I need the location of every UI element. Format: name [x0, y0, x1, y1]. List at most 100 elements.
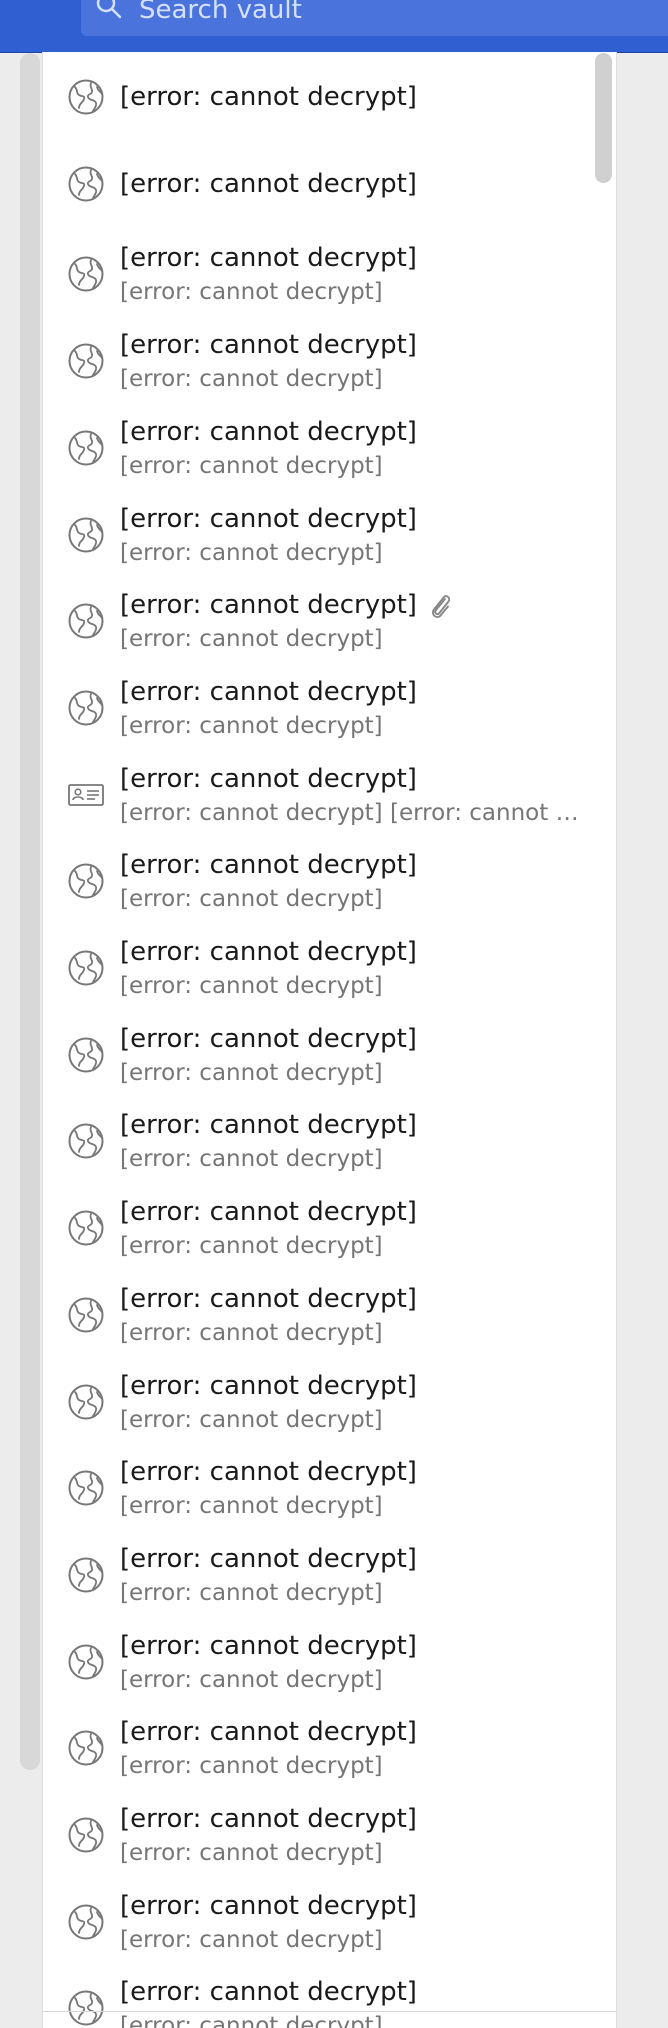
item-name: [error: cannot decrypt] [120, 677, 417, 707]
vault-list-item[interactable]: [error: cannot decrypt] [43, 58, 596, 144]
globe-icon [67, 1036, 105, 1074]
vault-list-item[interactable]: [error: cannot decrypt] [error: cannot de… [43, 1012, 596, 1098]
vault-list-item[interactable]: [error: cannot decrypt] [error: cannot de… [43, 1965, 596, 2028]
item-name: [error: cannot decrypt] [120, 850, 417, 880]
item-subtitle: [error: cannot decrypt] [120, 453, 383, 479]
search-input[interactable]: Search vault [139, 0, 302, 30]
vault-list-item[interactable]: [error: cannot decrypt] [error: cannot de… [43, 1792, 596, 1878]
item-subtitle: [error: cannot decrypt] [120, 366, 383, 392]
vault-list-item[interactable]: [error: cannot decrypt] [error: cannot de… [43, 665, 596, 751]
globe-icon [67, 1469, 105, 1507]
item-name: [error: cannot decrypt] [120, 1804, 417, 1834]
vault-list-item[interactable]: [error: cannot decrypt] [error: cannot de… [43, 492, 596, 578]
item-title-row: [error: cannot decrypt] [120, 675, 417, 709]
attachment-icon [427, 590, 453, 620]
list-scrollbar-thumb[interactable] [595, 53, 612, 183]
vault-list-item[interactable]: [error: cannot decrypt] [error: cannot de… [43, 838, 596, 924]
item-name: [error: cannot decrypt] [120, 330, 417, 360]
globe-icon [67, 1816, 105, 1854]
item-subtitle: [error: cannot decrypt] [120, 1840, 383, 1866]
item-title-row: [error: cannot decrypt] [120, 762, 417, 796]
item-subtitle: [error: cannot decrypt] [120, 1493, 383, 1519]
vault-list-item[interactable]: [error: cannot decrypt] [error: cannot de… [43, 1185, 596, 1271]
globe-icon [67, 1296, 105, 1334]
globe-icon [67, 342, 105, 380]
item-subtitle: [error: cannot decrypt] [120, 1927, 383, 1953]
item-title-row: [error: cannot decrypt] [120, 1542, 417, 1576]
vault-list-item[interactable]: [error: cannot decrypt] [error: cannot de… [43, 1705, 596, 1791]
item-subtitle: [error: cannot decrypt] [120, 1580, 383, 1606]
vault-list-item[interactable]: [error: cannot decrypt] [error: cannot de… [43, 231, 596, 317]
globe-icon [67, 78, 105, 116]
item-name: [error: cannot decrypt] [120, 1110, 417, 1140]
vault-list-item[interactable]: [error: cannot decrypt] [error: cannot de… [43, 752, 596, 838]
vault-list-item[interactable]: [error: cannot decrypt] [error: cannot de… [43, 318, 596, 404]
item-name: [error: cannot decrypt] [120, 1197, 417, 1227]
item-name: [error: cannot decrypt] [120, 1631, 417, 1661]
vault-list-item[interactable]: [error: cannot decrypt] [error: cannot de… [43, 1098, 596, 1184]
item-subtitle: [error: cannot decrypt] [120, 1320, 383, 1346]
item-title-row: [error: cannot decrypt] [120, 1195, 417, 1229]
item-subtitle: [error: cannot decrypt] [120, 713, 383, 739]
item-name: [error: cannot decrypt] [120, 1371, 417, 1401]
item-title-row: [error: cannot decrypt] [120, 1975, 417, 2009]
globe-icon [67, 1643, 105, 1681]
vault-list-item[interactable]: [error: cannot decrypt] [43, 145, 596, 231]
item-title-row: [error: cannot decrypt] [120, 1455, 417, 1489]
item-name: [error: cannot decrypt] [120, 82, 417, 112]
item-title-row: [error: cannot decrypt] [120, 415, 417, 449]
item-title-row: [error: cannot decrypt] [120, 167, 417, 201]
item-name: [error: cannot decrypt] [120, 937, 417, 967]
item-name: [error: cannot decrypt] [120, 169, 417, 199]
item-title-row: [error: cannot decrypt] [120, 241, 417, 275]
item-subtitle: [error: cannot decrypt] [120, 886, 383, 912]
item-title-row: [error: cannot decrypt] [120, 1889, 417, 1923]
globe-icon [67, 516, 105, 554]
globe-icon [67, 1729, 105, 1767]
top-bar: Search vault [0, 0, 668, 53]
item-name: [error: cannot decrypt] [120, 1891, 417, 1921]
item-title-row: [error: cannot decrypt] [120, 502, 417, 536]
item-title-row: [error: cannot decrypt] [120, 588, 453, 622]
item-subtitle: [error: cannot decrypt] [120, 2013, 383, 2028]
item-name: [error: cannot decrypt] [120, 1284, 417, 1314]
vault-list-item[interactable]: [error: cannot decrypt] [error: cannot de… [43, 1445, 596, 1531]
item-title-row: [error: cannot decrypt] [120, 848, 417, 882]
vault-list-item[interactable]: [error: cannot decrypt] [error: cannot de… [43, 1359, 596, 1445]
item-name: [error: cannot decrypt] [120, 417, 417, 447]
globe-icon [67, 165, 105, 203]
item-subtitle: [error: cannot decrypt] [120, 1667, 383, 1693]
item-name: [error: cannot decrypt] [120, 1024, 417, 1054]
item-title-row: [error: cannot decrypt] [120, 1715, 417, 1749]
globe-icon [67, 429, 105, 467]
globe-icon [67, 1989, 105, 2027]
item-subtitle: [error: cannot decrypt] [120, 1753, 383, 1779]
item-name: [error: cannot decrypt] [120, 1544, 417, 1574]
globe-icon [67, 1383, 105, 1421]
id-card-icon [67, 776, 105, 814]
item-title-row: [error: cannot decrypt] [120, 1282, 417, 1316]
vault-list-item[interactable]: [error: cannot decrypt] [error: cannot de… [43, 1879, 596, 1965]
vault-list-item[interactable]: [error: cannot decrypt] [error: cannot de… [43, 1619, 596, 1705]
vault-list-item[interactable]: [error: cannot decrypt] [error: cannot de… [43, 405, 596, 491]
search-box[interactable]: Search vault [81, 0, 668, 36]
vault-list-item[interactable]: [error: cannot decrypt] [error: cannot de… [43, 1532, 596, 1618]
item-name: [error: cannot decrypt] [120, 504, 417, 534]
item-name: [error: cannot decrypt] [120, 1717, 417, 1747]
vault-list-item[interactable]: [error: cannot decrypt] [error: cannot de… [43, 1272, 596, 1358]
item-subtitle: [error: cannot decrypt] [120, 1060, 383, 1086]
item-title-row: [error: cannot decrypt] [120, 1629, 417, 1663]
item-subtitle: [error: cannot decrypt] [120, 1233, 383, 1259]
vault-list-item[interactable]: [error: cannot decrypt] [error: cannot d… [43, 578, 596, 664]
vault-item-list: [error: cannot decrypt] [error: cannot d… [42, 52, 617, 2028]
globe-icon [67, 1209, 105, 1247]
item-name: [error: cannot decrypt] [120, 764, 417, 794]
globe-icon [67, 1556, 105, 1594]
globe-icon [67, 1122, 105, 1160]
globe-icon [67, 602, 105, 640]
side-scrollbar[interactable] [20, 53, 40, 1770]
globe-icon [67, 255, 105, 293]
item-subtitle: [error: cannot decrypt] [120, 1146, 383, 1172]
vault-list-item[interactable]: [error: cannot decrypt] [error: cannot de… [43, 925, 596, 1011]
item-title-row: [error: cannot decrypt] [120, 1369, 417, 1403]
